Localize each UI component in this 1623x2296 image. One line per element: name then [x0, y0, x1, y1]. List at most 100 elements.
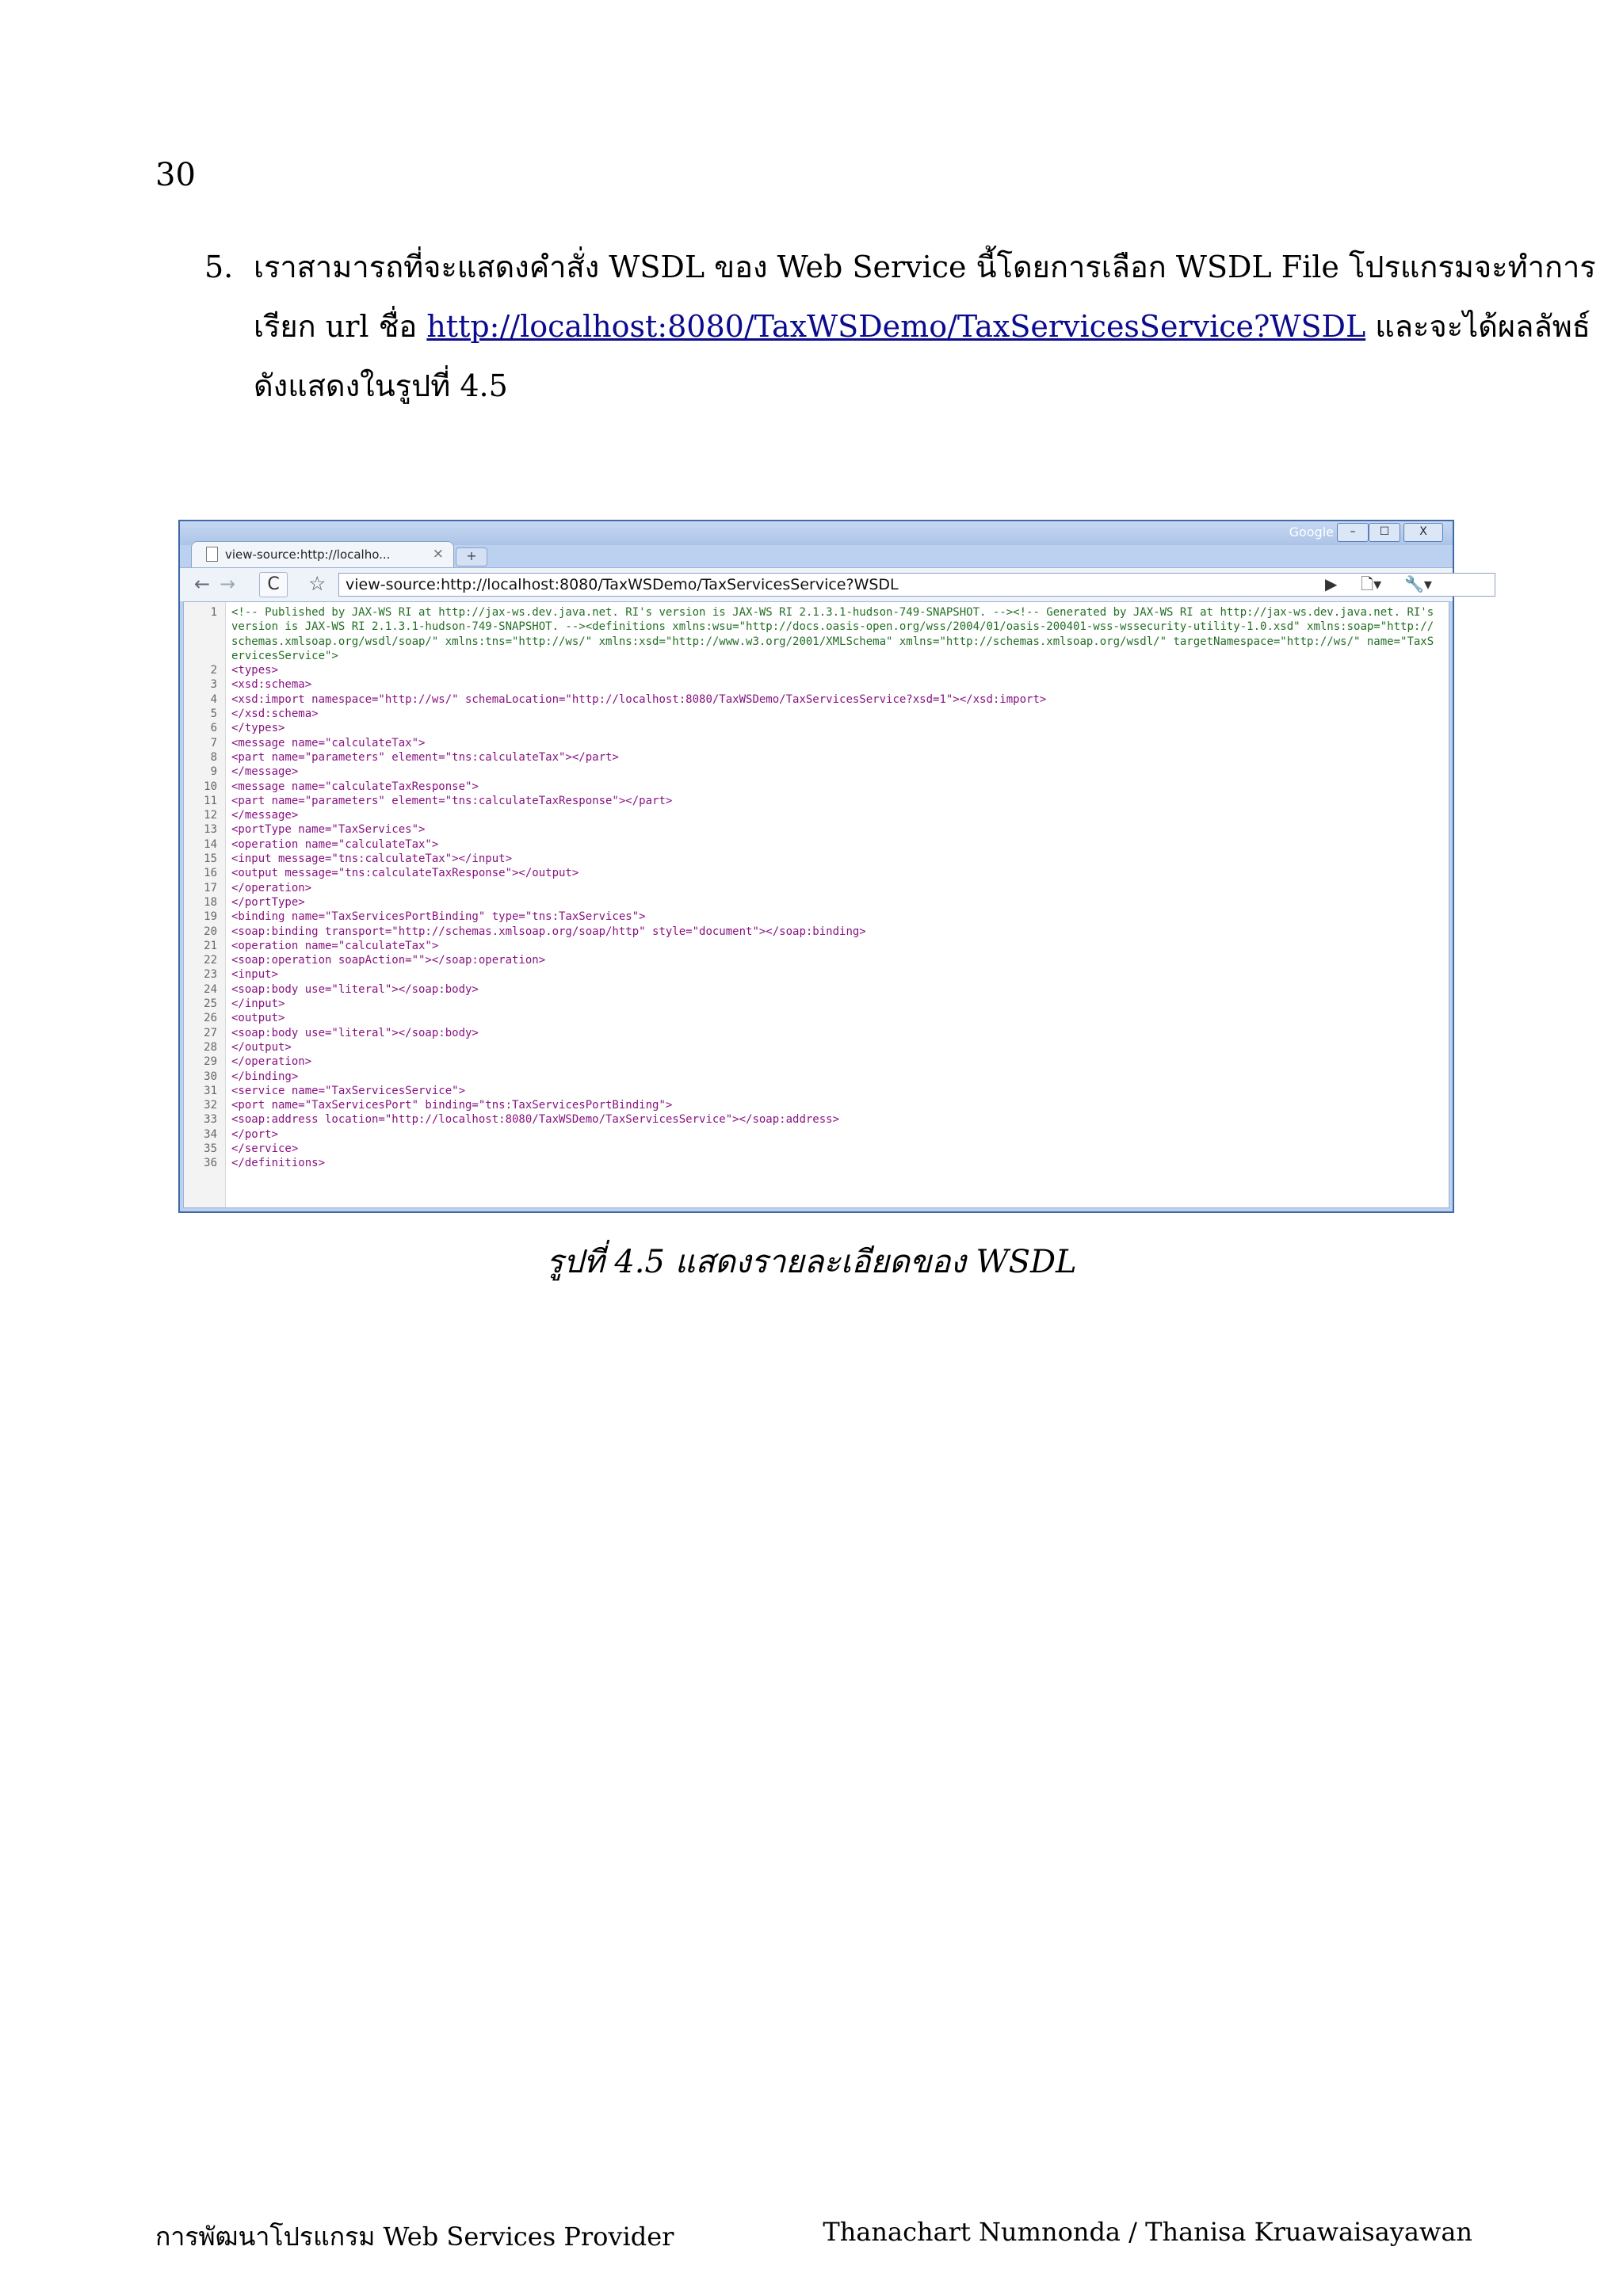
line-text: </output>: [231, 1040, 292, 1054]
source-line: 32 <port name="TaxServicesPort" binding="…: [184, 1098, 1449, 1112]
line-number: 11: [204, 794, 217, 807]
line-text: </xsd:schema>: [231, 707, 319, 721]
line-number: 24: [204, 982, 217, 996]
source-line: 16 <output message="tns:calculateTaxRespo…: [184, 866, 1449, 880]
item-line-2: เรียก url ชื่อ http://localhost:8080/Tax…: [254, 297, 1591, 357]
source-line: 20 <soap:binding transport="http://schema…: [184, 925, 1449, 939]
line-text: <output message="tns:calculateTaxRespons…: [231, 867, 579, 880]
line-text: </message>: [231, 765, 299, 779]
browser-toolbar: ← → C ☆ view-source:http://localhost:808…: [180, 567, 1495, 602]
line-text: </definitions>: [231, 1157, 326, 1170]
source-line: 17 </operation>: [184, 881, 1449, 895]
line-number: 33: [204, 1113, 217, 1127]
line-number: 8: [210, 750, 217, 764]
line-number: 4: [210, 692, 217, 706]
line-text: <operation name="calculateTax">: [231, 837, 439, 851]
browser-screenshot: Google – ☐ X view-source:http://localho.…: [178, 520, 1495, 1213]
forward-arrow-icon[interactable]: →: [220, 574, 235, 593]
line-text: <message name="calculateTaxResponse">: [231, 780, 479, 793]
line-number: 14: [204, 837, 217, 851]
source-line: 34 </port>: [184, 1127, 1449, 1142]
source-line: 26 <output>: [184, 1011, 1449, 1025]
line-number: 32: [204, 1099, 217, 1112]
footer-right: Thanachart Numnonda / Thanisa Kruawaisay…: [823, 2217, 1472, 2247]
line-text: </port>: [231, 1127, 279, 1141]
source-line: 3 <xsd:schema>: [184, 677, 1449, 692]
line-number: 13: [204, 823, 217, 837]
wsdl-link[interactable]: http://localhost:8080/TaxWSDemo/TaxServi…: [426, 309, 1365, 344]
source-line: 10 <message name="calculateTaxResponse">: [184, 780, 1449, 794]
line-number: 26: [204, 1012, 217, 1025]
source-line: 27 <soap:body use="literal"></soap:body>: [184, 1026, 1449, 1040]
line-text: <input message="tns:calculateTax"></inpu…: [231, 852, 513, 866]
line-number: 12: [204, 809, 217, 822]
line-text: <soap:binding transport="http://schemas.…: [231, 925, 866, 938]
address-bar[interactable]: view-source:http://localhost:8080/TaxWSD…: [338, 573, 1495, 597]
line-number: 2: [210, 664, 217, 677]
line-text: <portType name="TaxServices">: [231, 823, 426, 837]
source-line: 30 </binding>: [184, 1070, 1449, 1084]
line-text: <part name="parameters" element="tns:cal…: [231, 794, 673, 807]
line-text: <binding name="TaxServicesPortBinding" t…: [231, 910, 646, 924]
source-line: 31 <service name="TaxServicesService">: [184, 1084, 1449, 1098]
line-text: </binding>: [231, 1070, 299, 1083]
line-text: </input>: [231, 997, 285, 1011]
back-arrow-icon[interactable]: ←: [194, 574, 210, 593]
browser-tab[interactable]: view-source:http://localho... ×: [191, 541, 454, 568]
source-line: 13 <portType name="TaxServices">: [184, 822, 1449, 837]
source-line: 36 </definitions>: [184, 1156, 1449, 1170]
source-line: 4 <xsd:import namespace="http://ws/" sche…: [184, 692, 1449, 707]
source-line: 29 </operation>: [184, 1055, 1449, 1069]
line-number: 30: [204, 1070, 217, 1083]
minimize-button[interactable]: –: [1337, 523, 1369, 542]
wrench-menu-icon[interactable]: 🔧▾: [1404, 574, 1432, 593]
google-brand-label: Google: [1289, 524, 1334, 540]
close-window-button[interactable]: X: [1403, 523, 1443, 542]
line-number: 15: [204, 852, 217, 866]
new-tab-button[interactable]: +: [456, 547, 487, 566]
page-icon: [206, 547, 218, 562]
source-line: 11 <part name="parameters" element="tns:c…: [184, 794, 1449, 808]
source-line: 21 <operation name="calculateTax">: [184, 939, 1449, 953]
line-number: 23: [204, 968, 217, 982]
source-line: 19 <binding name="TaxServicesPortBinding"…: [184, 910, 1449, 924]
source-line: 12 </message>: [184, 808, 1449, 822]
line-number: 17: [204, 881, 217, 894]
line-number: 21: [204, 939, 217, 952]
source-code: 1 <!-- Published by JAX-WS RI at http://j…: [184, 605, 1449, 1171]
item-number: 5.: [204, 250, 234, 284]
tab-title: view-source:http://localho...: [225, 547, 391, 562]
line-number: 6: [210, 722, 217, 735]
line-text: <soap:operation soapAction=""></soap:ope…: [231, 954, 546, 967]
tab-close-icon[interactable]: ×: [433, 546, 444, 562]
bookmark-star-icon[interactable]: ☆: [308, 574, 326, 593]
source-line: 35 </service>: [184, 1142, 1449, 1156]
line-text: <xsd:import namespace="http://ws/" schem…: [231, 692, 1047, 706]
line-number: 25: [204, 997, 217, 1011]
line-number: 19: [204, 910, 217, 924]
line-text: <types>: [231, 664, 279, 677]
line-number: 18: [204, 895, 217, 909]
source-view[interactable]: 1 <!-- Published by JAX-WS RI at http://j…: [183, 601, 1449, 1208]
line-number: 28: [204, 1040, 217, 1054]
source-line: 9 </message>: [184, 765, 1449, 779]
line-text: </types>: [231, 722, 285, 735]
item-line-2-suffix: และจะได้ผลลัพธ์: [1365, 309, 1591, 344]
line-text: <soap:body use="literal"></soap:body>: [231, 982, 479, 996]
source-line: 23 <input>: [184, 967, 1449, 982]
address-text: view-source:http://localhost:8080/TaxWSD…: [346, 576, 899, 593]
source-line: 7 <message name="calculateTax">: [184, 736, 1449, 750]
list-item-5: 5. เราสามารถที่จะแสดงคำสั่ง WSDL ของ Web…: [204, 238, 1596, 416]
source-line: 2 <types>: [184, 663, 1449, 677]
line-number: 29: [204, 1055, 217, 1069]
go-arrow-icon[interactable]: ▶: [1325, 574, 1337, 593]
source-line: 15 <input message="tns:calculateTax"></in…: [184, 852, 1449, 866]
line-number: 34: [204, 1127, 217, 1141]
line-number: 20: [204, 925, 217, 938]
source-line: 14 <operation name="calculateTax">: [184, 837, 1449, 852]
line-text: <output>: [231, 1012, 285, 1025]
maximize-button[interactable]: ☐: [1369, 523, 1400, 542]
reload-icon[interactable]: C: [259, 572, 288, 597]
item-line-3: ดังแสดงในรูปที่ 4.5: [254, 368, 508, 403]
page-menu-icon[interactable]: 🗋▾: [1361, 574, 1381, 593]
